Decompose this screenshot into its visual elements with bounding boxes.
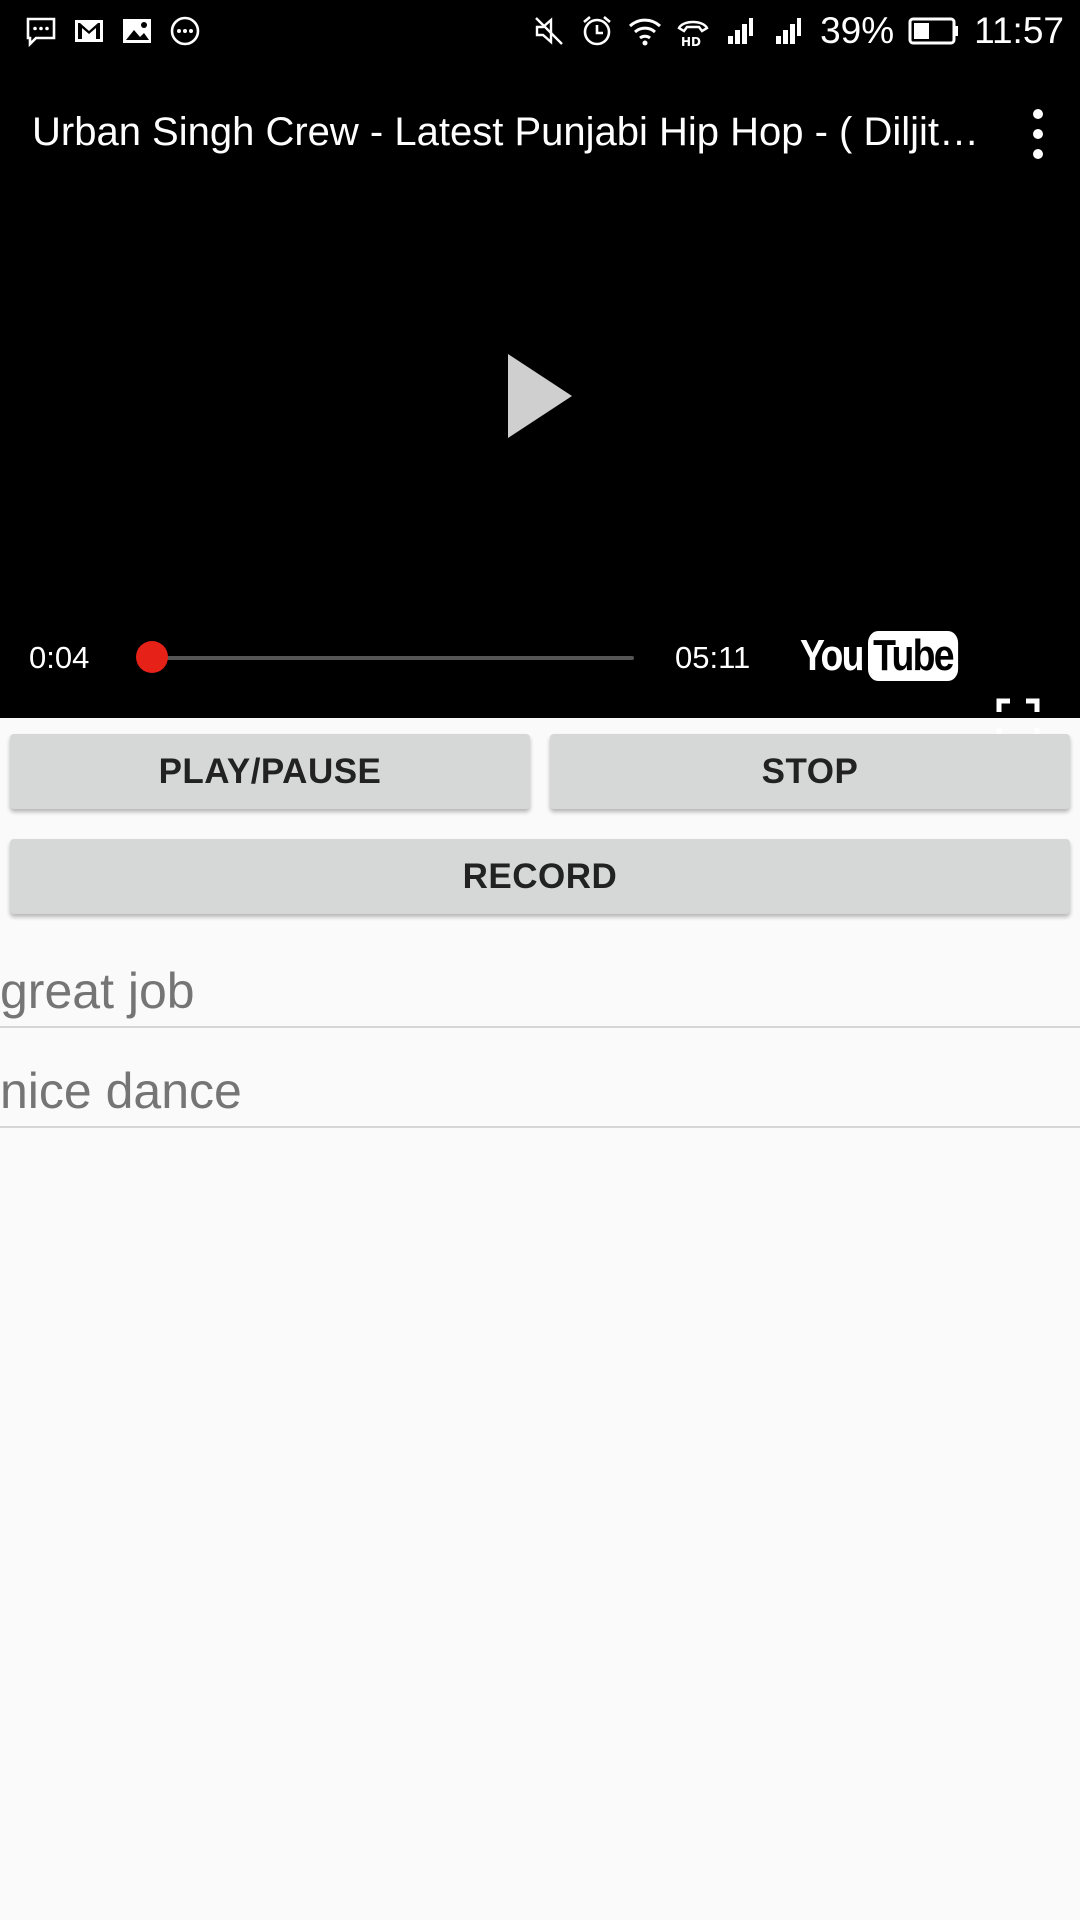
total-duration: 05:11 bbox=[675, 640, 751, 675]
video-title[interactable]: Urban Singh Crew - Latest Punjabi Hip Ho… bbox=[32, 110, 982, 155]
stop-button[interactable]: STOP bbox=[550, 734, 1070, 809]
signal-icon bbox=[728, 18, 754, 44]
notification-icons bbox=[24, 14, 202, 48]
list-item[interactable]: nice dance bbox=[0, 1062, 1080, 1128]
record-button[interactable]: RECORD bbox=[10, 839, 1070, 914]
alarm-icon bbox=[583, 16, 611, 46]
signal-icon bbox=[776, 18, 802, 44]
play-pause-button[interactable]: PLAY/PAUSE bbox=[10, 734, 530, 809]
clock: 11:57 bbox=[974, 10, 1064, 51]
youtube-logo-you: You bbox=[800, 631, 864, 680]
youtube-logo[interactable]: You Tube bbox=[800, 628, 974, 684]
video-player[interactable]: Urban Singh Crew - Latest Punjabi Hip Ho… bbox=[0, 62, 1080, 742]
wifi-icon bbox=[629, 18, 662, 46]
mute-icon bbox=[535, 17, 563, 45]
comment-text: nice dance bbox=[0, 1063, 242, 1119]
comment-text: great job bbox=[0, 963, 195, 1019]
seek-thumb[interactable] bbox=[136, 641, 169, 673]
current-time: 0:04 bbox=[29, 640, 90, 675]
gmail-icon bbox=[75, 20, 103, 42]
battery-icon bbox=[908, 17, 959, 45]
battery-percent: 39% bbox=[820, 10, 895, 51]
more-options-icon[interactable] bbox=[1026, 106, 1050, 162]
play-icon[interactable] bbox=[500, 346, 580, 446]
youtube-logo-tube: Tube bbox=[867, 631, 958, 681]
system-icons: HD 39% 11:57 bbox=[532, 8, 1064, 54]
seek-bar[interactable] bbox=[146, 656, 634, 660]
hd-call-icon: HD bbox=[677, 20, 709, 48]
svg-text:HD: HD bbox=[681, 35, 701, 48]
gallery-icon bbox=[123, 19, 151, 43]
status-bar: HD 39% 11:57 bbox=[0, 0, 1080, 62]
more-dots-icon bbox=[170, 16, 200, 46]
list-item[interactable]: great job bbox=[0, 962, 1080, 1028]
message-icon bbox=[26, 17, 56, 48]
